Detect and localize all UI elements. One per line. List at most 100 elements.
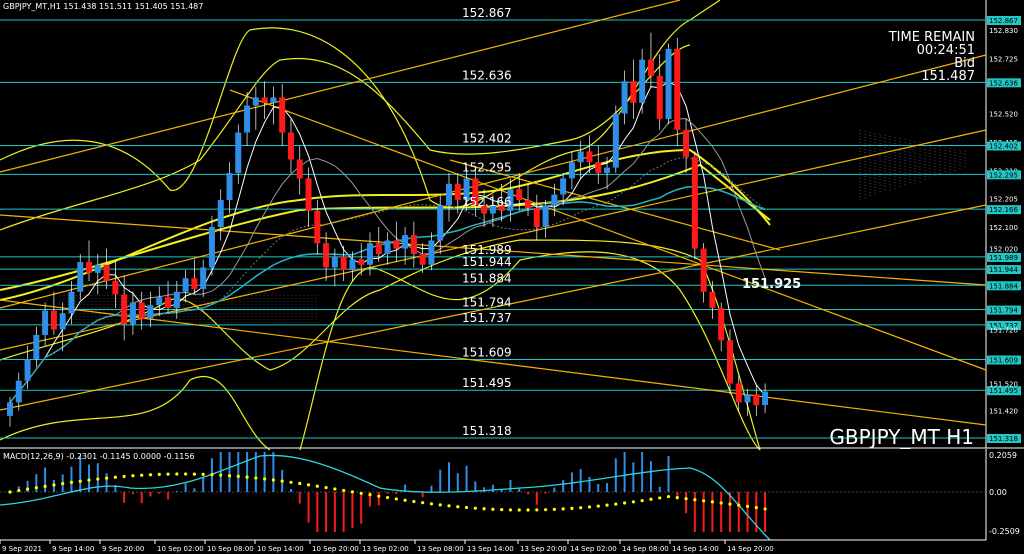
macd-signal-dot <box>526 508 530 512</box>
macd-signal-dot <box>693 498 697 502</box>
macd-signal-dot <box>368 493 372 497</box>
price-scale-label: 152.020 <box>989 246 1018 254</box>
macd-signal-dot <box>192 472 196 476</box>
macd-signal-dot <box>456 505 460 509</box>
macd-signal-dot <box>684 497 688 501</box>
macd-signal-dot <box>543 508 548 512</box>
level-label: 151.794 <box>462 296 512 310</box>
macd-signal-dot <box>43 484 47 488</box>
price-scale-label: 151.884 <box>989 282 1018 290</box>
macd-signal-dot <box>517 508 521 512</box>
macd-signal-dot <box>69 480 74 484</box>
macd-signal-dot <box>666 494 671 499</box>
candle[interactable] <box>665 43 672 125</box>
price-scale-label: 151.989 <box>989 254 1018 262</box>
macd-signal-dot <box>737 503 741 507</box>
macd-signal-dot <box>640 498 644 503</box>
level-label: 151.495 <box>462 376 512 390</box>
macd-signal-dot <box>263 477 267 481</box>
time-label: 14 Sep 08:00 <box>622 545 669 553</box>
price-scale-label: 152.636 <box>989 79 1018 87</box>
time-label: 14 Sep 02:00 <box>570 545 617 553</box>
macd-signal-dot <box>236 474 240 478</box>
candle[interactable] <box>612 105 619 174</box>
macd-signal-dot <box>570 506 574 510</box>
macd-signal-dot <box>702 499 706 503</box>
price-scale-label: 152.166 <box>989 206 1018 214</box>
macd-signal-dot <box>245 475 249 479</box>
level-label: 152.402 <box>462 131 512 145</box>
macd-scale-bottom: -0.2509 <box>989 527 1020 536</box>
macd-signal-dot <box>482 507 486 511</box>
level-label: 152.636 <box>462 68 512 82</box>
price-scale-label: 152.520 <box>989 111 1018 119</box>
macd-signal-dot <box>473 506 477 510</box>
macd-signal-dot <box>754 506 758 510</box>
price-scale-label: 152.295 <box>989 171 1018 179</box>
macd-signal-dot <box>614 502 618 506</box>
macd-signal-dot <box>745 504 750 508</box>
price-scale-label: 151.495 <box>989 387 1018 395</box>
macd-signal-dot <box>87 478 91 482</box>
macd-signal-dot <box>579 506 583 510</box>
macd-signal-dot <box>552 507 556 511</box>
macd-signal-dot <box>280 479 284 483</box>
macd-signal-dot <box>359 491 363 495</box>
macd-signal-dot <box>219 473 223 477</box>
macd-signal-dot <box>350 490 355 494</box>
macd-scale-top: 0.2059 <box>989 451 1017 460</box>
macd-signal-dot <box>324 485 328 490</box>
price-scale-label: 151.420 <box>989 407 1018 415</box>
price-scale-label: 151.944 <box>989 266 1018 274</box>
price-scale-label: 152.205 <box>989 196 1018 204</box>
time-label: 9 Sep 14:00 <box>52 545 94 553</box>
macd-signal-dot <box>148 473 153 477</box>
highlight-level-label: 151.925 <box>742 277 801 292</box>
symbol-watermark: GBPJPY_MT H1 <box>829 425 974 449</box>
level-label: 151.884 <box>462 271 512 285</box>
macd-signal-dot <box>78 479 82 483</box>
macd-signal-dot <box>17 488 21 493</box>
macd-signal-dot <box>763 507 767 511</box>
macd-signal-dot <box>728 502 732 506</box>
macd-signal-dot <box>377 494 381 498</box>
macd-signal-dot <box>140 473 144 477</box>
macd-signal-dot <box>175 472 179 476</box>
macd-signal-dot <box>227 474 232 478</box>
macd-signal-dot <box>491 507 495 511</box>
macd-signal-dot <box>131 474 135 478</box>
macd-signal-dot <box>535 508 539 512</box>
macd-signal-dot <box>166 472 170 476</box>
time-label: 9 Sep 20:00 <box>102 545 144 553</box>
macd-signal-dot <box>157 472 161 476</box>
chart-header: GBPJPY_MT,H1 151.438 151.511 151.405 151… <box>3 2 203 11</box>
price-scale-label: 151.609 <box>989 356 1018 364</box>
chart-canvas[interactable]: 152.867 152.636 152.402 152.295 152.166 151.9… <box>0 0 1024 554</box>
price-scale-label: 152.402 <box>989 142 1018 150</box>
macd-signal-dot <box>596 504 600 508</box>
macd-signal-dot <box>52 483 56 487</box>
macd-signal-dot <box>394 497 398 501</box>
price-scale-label: 151.794 <box>989 307 1018 315</box>
macd-signal-dot <box>306 483 311 487</box>
macd-signal-dot <box>271 478 275 482</box>
level-label: 151.609 <box>462 345 512 359</box>
macd-signal-dot <box>184 472 188 476</box>
macd-signal-dot <box>289 480 293 484</box>
macd-signal-dot <box>385 495 390 500</box>
time-label: 13 Sep 02:00 <box>362 545 409 553</box>
time-label: 13 Sep 08:00 <box>417 545 464 553</box>
macd-signal-dot <box>201 472 205 476</box>
macd-signal-dot <box>61 482 65 486</box>
candle[interactable] <box>691 151 698 260</box>
time-label: 13 Sep 20:00 <box>520 545 567 553</box>
macd-signal-dot <box>587 505 592 509</box>
price-scale-label: 152.830 <box>989 27 1018 35</box>
macd-signal-dot <box>421 501 425 505</box>
macd-signal-dot <box>122 474 126 479</box>
price-scale-label: 151.720 <box>989 327 1018 335</box>
macd-signal-dot <box>403 498 407 502</box>
macd-signal-dot <box>710 500 715 504</box>
macd-signal-dot <box>649 497 653 501</box>
macd-signal-dot <box>623 501 627 505</box>
